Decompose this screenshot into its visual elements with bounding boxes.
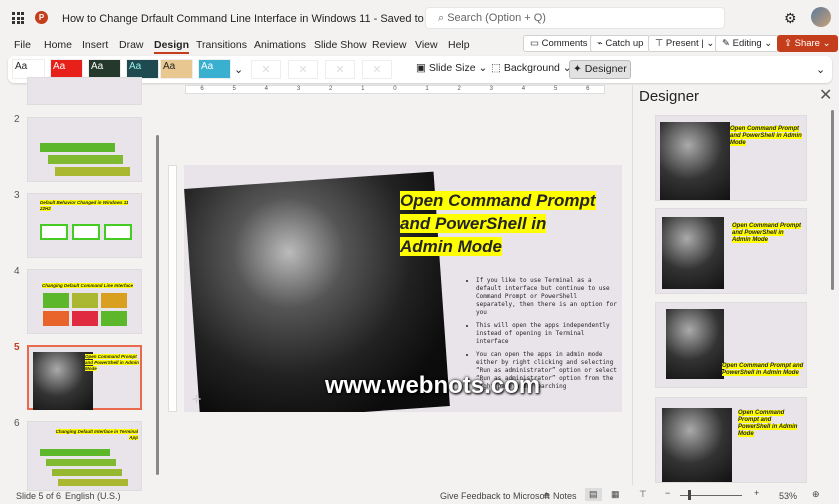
share-button[interactable]: ⇪ Share ⌄: [777, 35, 838, 52]
theme-red[interactable]: Aa: [50, 59, 83, 79]
gear-icon[interactable]: ⚙: [784, 10, 797, 27]
design-suggestion[interactable]: Open Command Prompt and PowerShell in Ad…: [655, 208, 807, 294]
tab-view[interactable]: View: [415, 38, 438, 52]
catch-up-label: Catch up: [605, 38, 644, 49]
powerpoint-logo-icon: P: [35, 11, 48, 24]
editing-label: Editing: [732, 38, 762, 49]
designer-title: Designer: [639, 88, 700, 105]
designer-pane: Designer ✕ Open Command Prompt and Power…: [632, 85, 839, 485]
thumbnail-title: Changing Default Command Line Interface: [42, 283, 134, 288]
themes-expand-chevron-icon[interactable]: ⌄: [234, 63, 243, 76]
suggestion-title: Open Command Prompt and PowerShell in Ad…: [732, 223, 802, 243]
variant-placeholder[interactable]: ✕: [362, 60, 392, 79]
tab-draw[interactable]: Draw: [119, 38, 144, 52]
theme-dark-green[interactable]: Aa: [88, 59, 121, 79]
tab-transitions[interactable]: Transitions: [196, 38, 247, 52]
share-label: Share: [794, 38, 820, 49]
reading-view-icon[interactable]: ⊤: [639, 489, 647, 500]
tab-help[interactable]: Help: [448, 38, 470, 52]
present-label: Present: [665, 38, 699, 49]
app-launcher-icon[interactable]: [12, 12, 24, 24]
variant-placeholder[interactable]: ✕: [325, 60, 355, 79]
designer-label: Designer: [584, 63, 627, 75]
thumbnail-title: Default Behavior Changed in Windows 11 2…: [40, 200, 129, 211]
suggestion-title: Open Command Prompt and PowerShell in Ad…: [722, 363, 804, 376]
status-bar: Slide 5 of 6 English (U.S.) Give Feedbac…: [0, 486, 839, 504]
slide-thumbnails-pane: 2 3 Default Behavior Changed in Windows …: [0, 77, 160, 491]
background-label: Background: [503, 62, 560, 74]
tab-review[interactable]: Review: [372, 38, 406, 52]
comments-label: Comments: [541, 38, 588, 49]
zoom-out-button[interactable]: −: [665, 488, 670, 498]
tab-file[interactable]: File: [14, 38, 31, 52]
language-button[interactable]: English (U.S.): [65, 491, 121, 501]
fit-to-window-icon[interactable]: ⊕: [812, 489, 820, 500]
slide-number: 4: [14, 266, 20, 277]
slide-counter: Slide 5 of 6: [16, 491, 62, 501]
theme-blue[interactable]: Aa: [198, 59, 231, 79]
zoom-slider-thumb[interactable]: [688, 490, 691, 500]
thumbnail-title: Changing Default Interface in Terminal A…: [55, 429, 138, 440]
title-bar: P How to Change Drfault Command Line Int…: [0, 0, 839, 36]
designer-scrollbar[interactable]: [831, 110, 834, 290]
variant-placeholder[interactable]: ✕: [251, 60, 281, 79]
horizontal-ruler: 6543210123456: [185, 85, 605, 94]
suggestion-title: Open Command Prompt and PowerShell in Ad…: [738, 410, 798, 437]
menu-tabs: File Home Insert Draw Design Transitions…: [0, 38, 500, 54]
slide-thumbnail-4[interactable]: Changing Default Command Line Interface: [27, 269, 142, 334]
slide-number: 5: [14, 342, 20, 353]
zoom-level[interactable]: 53%: [779, 491, 797, 501]
slide-number: 3: [14, 190, 20, 201]
close-icon[interactable]: ✕: [819, 85, 832, 105]
ribbon-collapse-chevron-icon[interactable]: ⌄: [816, 63, 825, 76]
slide-thumbnail-5[interactable]: Open Command Prompt and PowerShell in Ad…: [27, 345, 142, 410]
background-button[interactable]: ⬚ Background ⌄: [488, 60, 575, 79]
comments-button[interactable]: ▭ Comments: [523, 35, 595, 52]
present-button[interactable]: ⊤ Present | ⌄: [648, 35, 722, 52]
variant-placeholder[interactable]: ✕: [288, 60, 318, 79]
crosshair-icon: ✛: [192, 394, 202, 406]
tab-home[interactable]: Home: [44, 38, 72, 52]
zoom-in-button[interactable]: +: [754, 488, 759, 498]
document-title[interactable]: How to Change Drfault Command Line Inter…: [62, 12, 486, 25]
normal-view-icon[interactable]: ▤: [585, 488, 602, 501]
slide-thumbnail-2[interactable]: [27, 117, 142, 182]
designer-button[interactable]: ✦ Designer: [569, 60, 631, 79]
theme-teal[interactable]: Aa: [126, 59, 159, 79]
slide-number: 2: [14, 114, 20, 125]
tab-slide-show[interactable]: Slide Show: [314, 38, 367, 52]
search-input[interactable]: ⌕ Search (Option + Q): [425, 7, 725, 29]
watermark: www.webnots.com: [325, 372, 541, 399]
bullet-item: This will open the apps independently in…: [476, 322, 618, 346]
search-placeholder: Search (Option + Q): [447, 12, 546, 24]
design-suggestion[interactable]: Open Command Prompt and PowerShell in Ad…: [655, 115, 807, 201]
slide-thumbnail-3[interactable]: Default Behavior Changed in Windows 11 2…: [27, 193, 142, 258]
tab-insert[interactable]: Insert: [82, 38, 108, 52]
catch-up-button[interactable]: ⌁ Catch up: [590, 35, 651, 52]
slide-size-button[interactable]: ▣ Slide Size ⌄: [413, 60, 490, 79]
slide-size-label: Slide Size: [428, 62, 476, 74]
suggestion-title: Open Command Prompt and PowerShell in Ad…: [730, 126, 802, 146]
tab-animations[interactable]: Animations: [254, 38, 306, 52]
slide-sorter-icon[interactable]: ▦: [611, 489, 620, 500]
slide-thumbnail-6[interactable]: Changing Default Interface in Terminal A…: [27, 421, 142, 491]
slide-thumbnail-1[interactable]: [27, 77, 142, 105]
design-suggestion[interactable]: Open Command Prompt and PowerShell in Ad…: [655, 397, 807, 483]
editing-button[interactable]: ✎ Editing ⌄: [715, 35, 780, 52]
design-suggestion[interactable]: Open Command Prompt and PowerShell in Ad…: [655, 302, 807, 388]
theme-wood[interactable]: Aa: [160, 59, 193, 79]
feedback-link[interactable]: Give Feedback to Microsoft: [440, 491, 550, 501]
tab-design[interactable]: Design: [154, 38, 190, 54]
thumbnail-title: Open Command Prompt and PowerShell in Ad…: [85, 354, 139, 371]
bullet-item: If you like to use Terminal as a default…: [476, 277, 618, 317]
vertical-ruler: [168, 165, 177, 412]
thumbnails-scrollbar[interactable]: [156, 135, 159, 475]
notes-button[interactable]: ≘ Notes: [543, 491, 577, 502]
theme-office[interactable]: Aa: [12, 59, 45, 79]
slide-number: 6: [14, 418, 20, 429]
avatar[interactable]: [811, 7, 831, 27]
slide-title[interactable]: Open Command Prompt and PowerShell in Admi…: [400, 189, 610, 258]
